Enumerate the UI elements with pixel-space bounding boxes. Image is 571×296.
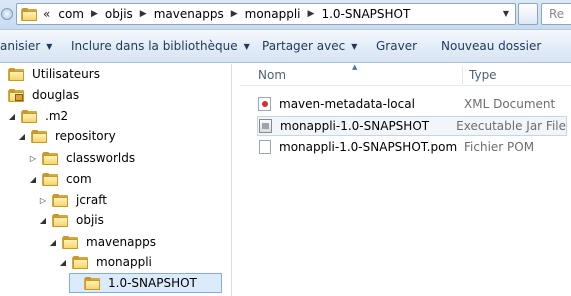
tree-item-label: classworlds xyxy=(66,151,136,165)
expanded-arrow-icon[interactable]: ◢ xyxy=(17,132,27,141)
new-folder-label: Nouveau dossier xyxy=(441,39,542,53)
file-type: Executable Jar File xyxy=(456,119,566,133)
breadcrumb-overflow-chevron[interactable]: « xyxy=(43,7,54,21)
tree-item-label: 1.0-SNAPSHOT xyxy=(108,276,197,290)
folder-icon xyxy=(42,172,58,186)
tree-item-label: monappli xyxy=(96,255,152,269)
include-label: Inclure dans la bibliothèque xyxy=(71,39,238,53)
jar-file-icon xyxy=(258,118,274,134)
breadcrumb-separator-icon[interactable]: ▶ xyxy=(305,9,318,19)
breadcrumb-objis[interactable]: objis xyxy=(101,7,137,21)
share-label: Partager avec xyxy=(262,39,346,53)
nav-arrow-icon xyxy=(1,8,13,20)
expanded-arrow-icon[interactable]: ◢ xyxy=(7,112,17,121)
refresh-button[interactable] xyxy=(518,3,538,25)
nav-back-button[interactable] xyxy=(0,1,14,27)
chevron-down-icon: ▼ xyxy=(243,41,250,51)
tree-item-objis[interactable]: ◢ objis xyxy=(38,210,106,230)
tree-item-jcraft[interactable]: ▷ jcraft xyxy=(38,190,109,210)
tree-item-douglas[interactable]: douglas xyxy=(0,85,81,105)
folder-icon xyxy=(52,193,68,207)
folder-icon xyxy=(72,255,88,269)
burn-label: Graver xyxy=(376,39,418,53)
column-header-type[interactable]: Type xyxy=(469,64,497,86)
tree-item-label: repository xyxy=(55,129,116,143)
tree-item-monappli[interactable]: ◢ monappli xyxy=(58,252,154,272)
file-type: XML Document xyxy=(464,97,556,111)
command-toolbar: anisier ▼ Inclure dans la bibliothèque ▼… xyxy=(0,30,571,63)
file-row-maven-metadata-local[interactable]: maven-metadata-local XML Document xyxy=(257,94,567,114)
folder-icon xyxy=(21,7,37,21)
folder-icon xyxy=(52,213,68,227)
xml-file-icon xyxy=(257,96,273,112)
file-row-monappli-pom[interactable]: monappli-1.0-SNAPSHOT.pom Fichier POM xyxy=(257,137,567,157)
breadcrumb-1-0-snapshot[interactable]: 1.0-SNAPSHOT xyxy=(317,7,414,21)
expanded-arrow-icon[interactable]: ◢ xyxy=(58,258,68,267)
tree-item-classworlds[interactable]: ▷ classworlds xyxy=(28,148,137,168)
expanded-arrow-icon[interactable]: ◢ xyxy=(38,216,48,225)
navigation-tree: Utilisateurs douglas ◢ .m2 ◢ repository … xyxy=(0,64,232,296)
breadcrumb: « com ▶ objis ▶ mavenapps ▶ monappli ▶ 1… xyxy=(43,4,414,24)
folder-icon xyxy=(8,67,24,81)
breadcrumb-monappli[interactable]: monappli xyxy=(241,7,305,21)
breadcrumb-separator-icon[interactable]: ▶ xyxy=(228,9,241,19)
new-folder-button[interactable]: Nouveau dossier xyxy=(441,30,541,62)
file-list: ▲ Nom Type maven-metadata-local XML Docu… xyxy=(240,63,571,296)
folder-icon xyxy=(21,109,37,123)
organize-menu-button[interactable]: anisier ▼ xyxy=(0,30,52,62)
folder-icon xyxy=(62,235,78,249)
chevron-down-icon: ▼ xyxy=(46,41,53,51)
folder-icon xyxy=(31,129,47,143)
tree-item-label: douglas xyxy=(32,88,80,102)
column-header-row: ▲ Nom Type xyxy=(240,63,571,86)
folder-icon xyxy=(84,276,100,290)
breadcrumb-separator-icon[interactable]: ▶ xyxy=(137,9,150,19)
tree-item-repository[interactable]: ◢ repository xyxy=(17,126,118,146)
tree-item-label: mavenapps xyxy=(86,235,156,249)
folder-icon xyxy=(42,151,58,165)
tree-item-utilisateurs[interactable]: Utilisateurs xyxy=(0,64,102,84)
file-name: maven-metadata-local xyxy=(279,97,415,111)
tree-item-label: com xyxy=(66,172,92,186)
sort-ascending-icon: ▲ xyxy=(352,63,358,71)
search-input[interactable]: Re xyxy=(541,3,571,25)
organize-label: anisier xyxy=(0,39,41,53)
tree-item-label: .m2 xyxy=(45,109,69,123)
column-divider[interactable] xyxy=(462,66,463,84)
tree-item-1-0-snapshot[interactable]: 1.0-SNAPSHOT xyxy=(69,273,222,293)
collapsed-arrow-icon[interactable]: ▷ xyxy=(38,196,48,205)
collapsed-arrow-icon[interactable]: ▷ xyxy=(28,154,38,163)
column-header-name[interactable]: Nom xyxy=(258,64,286,86)
tree-item-label: jcraft xyxy=(76,193,107,207)
tree-item-label: Utilisateurs xyxy=(32,67,100,81)
tree-item-mavenapps[interactable]: ◢ mavenapps xyxy=(48,232,158,252)
expanded-arrow-icon[interactable]: ◢ xyxy=(48,238,58,247)
expanded-arrow-icon[interactable]: ◢ xyxy=(28,175,38,184)
file-type: Fichier POM xyxy=(464,140,535,154)
chevron-down-icon: ▼ xyxy=(351,41,358,51)
breadcrumb-mavenapps[interactable]: mavenapps xyxy=(150,7,228,21)
include-in-library-button[interactable]: Inclure dans la bibliothèque ▼ xyxy=(71,30,250,62)
address-bar-area: « com ▶ objis ▶ mavenapps ▶ monappli ▶ 1… xyxy=(0,0,571,30)
breadcrumb-com[interactable]: com xyxy=(54,7,88,21)
share-with-button[interactable]: Partager avec ▼ xyxy=(262,30,357,62)
pom-file-icon xyxy=(257,139,273,155)
tree-item-label: objis xyxy=(76,213,104,227)
locked-folder-icon xyxy=(8,88,24,102)
burn-button[interactable]: Graver xyxy=(376,30,417,62)
tree-item-com[interactable]: ◢ com xyxy=(28,169,94,189)
breadcrumb-separator-icon[interactable]: ▶ xyxy=(88,9,101,19)
address-bar[interactable]: « com ▶ objis ▶ mavenapps ▶ monappli ▶ 1… xyxy=(16,3,516,25)
tree-item-m2[interactable]: ◢ .m2 xyxy=(7,106,70,126)
file-name: monappli-1.0-SNAPSHOT.pom xyxy=(279,140,458,154)
address-dropdown-icon[interactable]: ▼ xyxy=(499,7,513,21)
file-name: monappli-1.0-SNAPSHOT xyxy=(280,119,430,133)
file-row-monappli-jar[interactable]: monappli-1.0-SNAPSHOT Executable Jar Fil… xyxy=(257,116,567,136)
